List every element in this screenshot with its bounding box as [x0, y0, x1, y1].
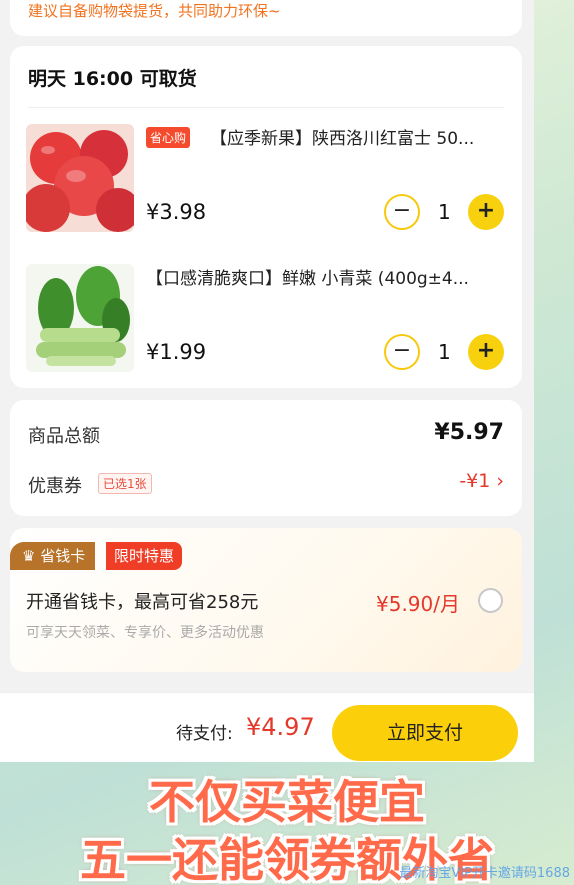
- checkout-bar: 待支付: ¥4.97 立即支付: [0, 692, 534, 762]
- limited-offer-badge: 限时特惠: [106, 542, 183, 570]
- pay-now-button[interactable]: 立即支付: [332, 705, 518, 761]
- product-title[interactable]: 【口感清脆爽口】鲜嫩 小青菜 (400g±4...: [146, 264, 506, 289]
- notice-card: 建议自备购物袋提货，共同助力环保~: [10, 0, 522, 36]
- decrease-quantity-button[interactable]: −: [384, 334, 420, 370]
- offer-price: ¥5.90/月: [376, 592, 460, 616]
- offer-radio[interactable]: [478, 588, 503, 613]
- notice-text: 建议自备购物袋提货，共同助力环保~: [28, 2, 281, 20]
- divider: [28, 107, 504, 108]
- pickup-time: 明天 16:00 可取货: [28, 68, 197, 90]
- coupon-label: 优惠券: [28, 476, 82, 497]
- savings-card-badge: ♛ 省钱卡: [10, 542, 96, 570]
- product-price: ¥1.99: [146, 340, 207, 364]
- offer-subtitle: 可享天天领菜、专享价、更多活动优惠: [26, 625, 264, 641]
- checkout-screen: 建议自备购物袋提货，共同助力环保~ 明天 16:00 可取货 省心购 【应季新果…: [0, 0, 534, 762]
- quantity-value: 1: [438, 200, 451, 224]
- promo-badge: 省心购: [146, 127, 191, 148]
- pay-label: 待支付:: [176, 724, 233, 744]
- bok-choy-image[interactable]: [26, 264, 134, 372]
- increase-quantity-button[interactable]: +: [468, 194, 504, 230]
- increase-quantity-button[interactable]: +: [468, 334, 504, 370]
- coupon-selector[interactable]: -¥1 ›: [459, 470, 504, 492]
- product-title[interactable]: 【应季新果】陕西洛川红富士 50...: [210, 124, 506, 149]
- total-label: 商品总额: [28, 426, 100, 447]
- coupon-selected-badge: 已选1张: [98, 473, 152, 494]
- pay-amount: ¥4.97: [246, 713, 315, 741]
- watermark: 最新淘宝VIP开卡邀请码1688: [399, 866, 570, 881]
- price-summary-card: 商品总额 ¥5.97 优惠券 已选1张 -¥1 ›: [10, 400, 522, 516]
- product-price: ¥3.98: [146, 200, 207, 224]
- decrease-quantity-button[interactable]: −: [384, 194, 420, 230]
- apples-image[interactable]: [26, 124, 134, 232]
- list-item: 【口感清脆爽口】鲜嫩 小青菜 (400g±4... ¥1.99 − 1 +: [10, 264, 522, 374]
- quantity-value: 1: [438, 340, 451, 364]
- list-item: 省心购 【应季新果】陕西洛川红富士 50... ¥3.98 − 1 +: [10, 124, 522, 234]
- order-items-card: 明天 16:00 可取货 省心购 【应季新果】陕西洛川红富士 50... ¥3.…: [10, 46, 522, 388]
- crown-icon: ♛: [22, 547, 36, 565]
- savings-card-offer[interactable]: ♛ 省钱卡 限时特惠 开通省钱卡，最高可省258元 可享天天领菜、专享价、更多活…: [10, 528, 522, 672]
- total-value: ¥5.97: [434, 420, 504, 445]
- caption-line-1: 不仅买菜便宜: [149, 775, 425, 829]
- savings-card-badge-label: 省钱卡: [40, 547, 86, 565]
- offer-title: 开通省钱卡，最高可省258元: [26, 592, 259, 613]
